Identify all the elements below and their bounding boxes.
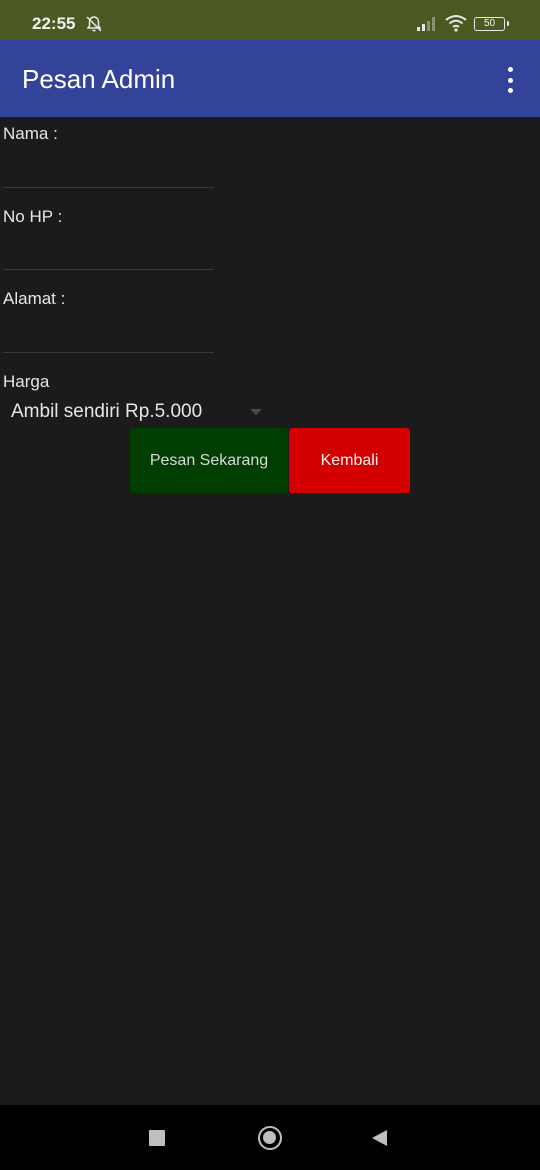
menu-dot <box>507 77 513 83</box>
alamat-label: Alamat : <box>3 289 66 308</box>
page-title: Pesan Admin <box>22 64 176 94</box>
nohp-input[interactable] <box>3 236 214 270</box>
dropdown-arrow-icon <box>250 409 262 415</box>
signal-icon <box>416 16 438 37</box>
back-button[interactable]: Kembali <box>289 428 410 493</box>
nama-label: Nama : <box>3 124 58 143</box>
nohp-label: No HP : <box>3 207 63 226</box>
nama-input[interactable] <box>3 154 214 188</box>
navigation-bar <box>0 1105 540 1170</box>
harga-selected-value: Ambil sendiri Rp.5.000 <box>11 401 203 422</box>
alamat-input[interactable] <box>3 319 214 353</box>
battery-icon: 50 <box>474 17 509 31</box>
recent-apps-icon[interactable] <box>149 1130 165 1146</box>
status-bar: 22:55 50 <box>0 0 540 40</box>
harga-dropdown[interactable]: Ambil sendiri Rp.5.000 <box>0 396 272 428</box>
wifi-icon <box>445 14 467 37</box>
menu-dot <box>507 67 513 72</box>
app-bar: Pesan Admin <box>0 40 540 117</box>
status-time: 22:55 <box>32 14 76 33</box>
home-icon[interactable] <box>258 1126 282 1150</box>
menu-dot <box>507 88 513 93</box>
alarm-off-icon <box>85 15 103 38</box>
order-now-button[interactable]: Pesan Sekarang <box>130 428 288 493</box>
harga-label: Harga <box>3 372 50 391</box>
more-vert-icon[interactable] <box>500 66 520 94</box>
back-icon[interactable] <box>372 1130 387 1146</box>
